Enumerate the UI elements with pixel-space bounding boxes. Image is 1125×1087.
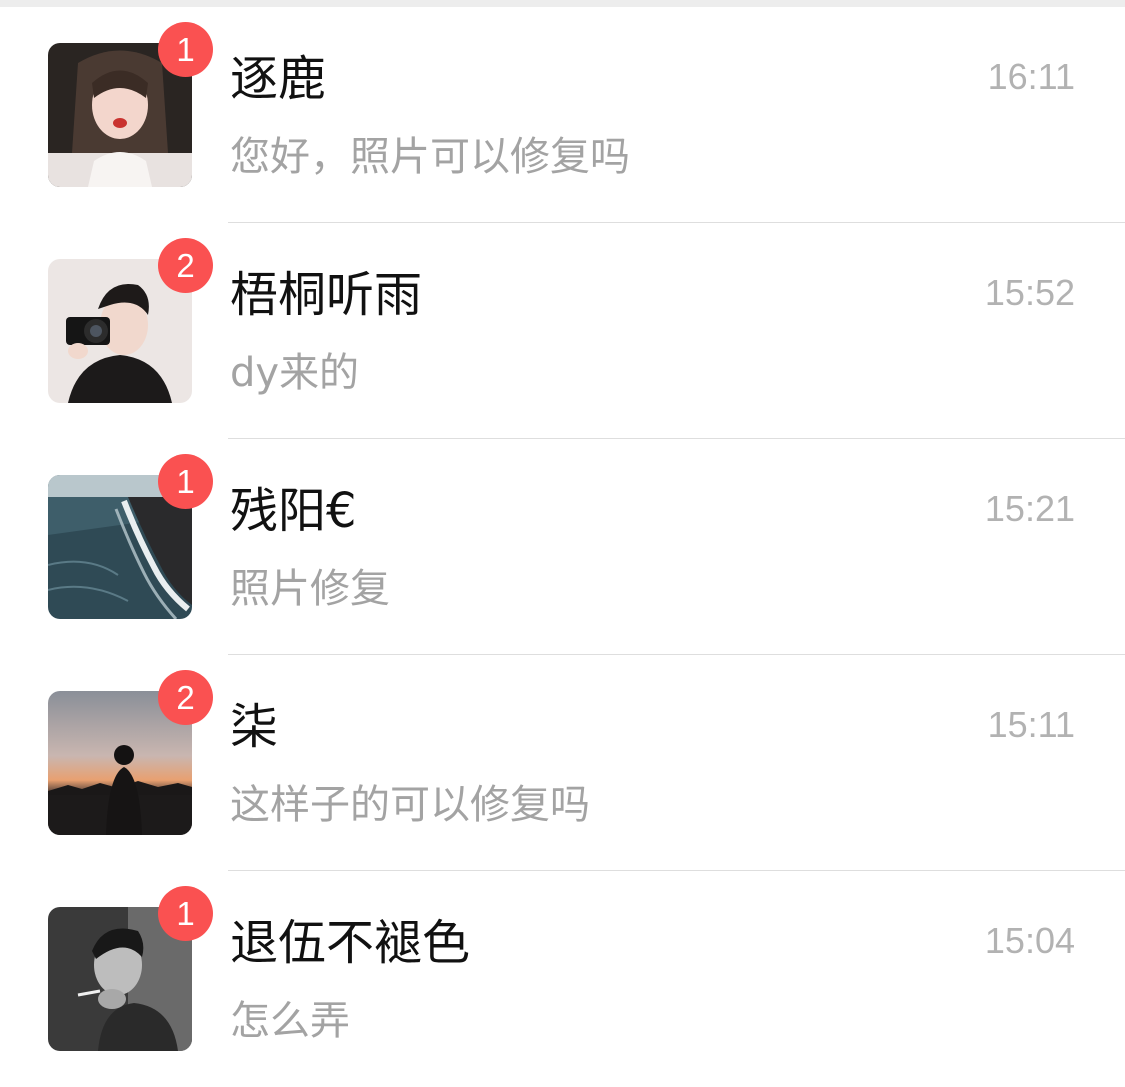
message-preview: dy来的 xyxy=(230,350,360,396)
message-preview: 照片修复 xyxy=(230,566,390,612)
unread-badge: 1 xyxy=(158,454,213,509)
message-time: 16:11 xyxy=(987,56,1075,97)
message-preview: 怎么弄 xyxy=(230,998,350,1044)
message-preview: 您好，照片可以修复吗 xyxy=(230,134,630,180)
unread-badge: 2 xyxy=(158,670,213,725)
unread-badge: 2 xyxy=(158,238,213,293)
contact-name: 柒 xyxy=(230,699,279,755)
contact-name: 逐鹿 xyxy=(230,51,327,107)
message-time: 15:21 xyxy=(984,488,1075,529)
contact-name: 梧桐听雨 xyxy=(230,267,423,323)
unread-badge: 1 xyxy=(158,22,213,77)
top-bar xyxy=(0,0,1125,7)
message-time: 15:52 xyxy=(984,272,1075,313)
chat-row[interactable]: 1 退伍不褪色 怎么弄 15:04 xyxy=(0,871,1125,1087)
contact-name: 残阳€ xyxy=(230,483,357,539)
chat-row[interactable]: 1 逐鹿 您好，照片可以修复吗 16:11 xyxy=(0,7,1125,223)
unread-badge: 1 xyxy=(158,886,213,941)
chat-row[interactable]: 2 柒 这样子的可以修复吗 15:11 xyxy=(0,655,1125,871)
chat-list: 1 逐鹿 您好，照片可以修复吗 16:11 2 梧桐听雨 dy来的 15:52 xyxy=(0,7,1125,1087)
chat-row[interactable]: 1 残阳€ 照片修复 15:21 xyxy=(0,439,1125,655)
chat-row[interactable]: 2 梧桐听雨 dy来的 15:52 xyxy=(0,223,1125,439)
contact-name: 退伍不褪色 xyxy=(230,915,471,971)
message-time: 15:04 xyxy=(984,920,1075,961)
message-preview: 这样子的可以修复吗 xyxy=(230,782,590,828)
message-time: 15:11 xyxy=(987,704,1075,745)
